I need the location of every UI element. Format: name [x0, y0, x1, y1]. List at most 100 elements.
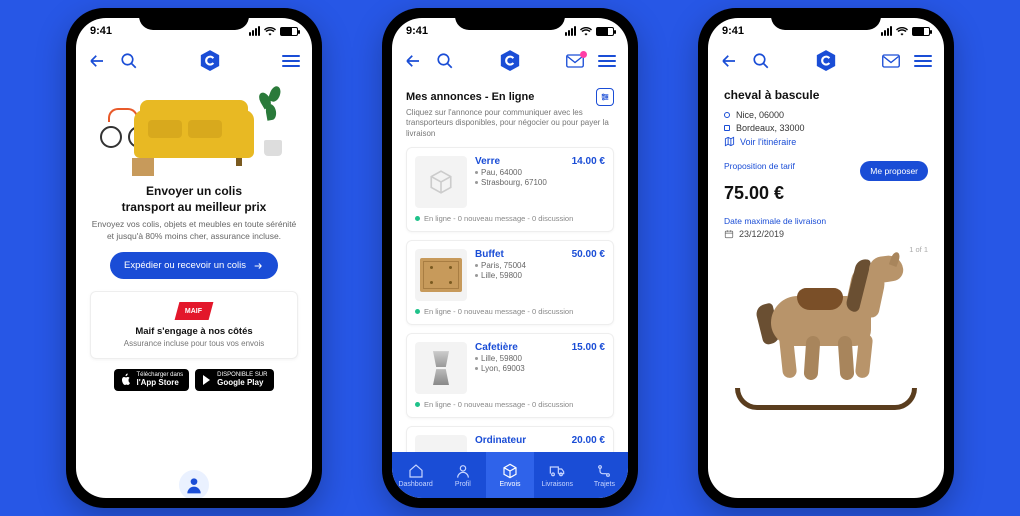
notch	[139, 8, 249, 30]
sub-headline: Envoyez vos colis, objets et meubles en …	[90, 219, 298, 242]
truck-icon	[549, 463, 565, 479]
back-icon[interactable]	[720, 52, 738, 70]
listing-status: En ligne - 0 nouveau message - 0 discuss…	[415, 307, 605, 316]
battery-icon	[280, 27, 298, 36]
headline: Envoyer un colis transport au meilleur p…	[90, 184, 298, 215]
cta-label: Expédier ou recevoir un colis	[124, 260, 246, 271]
listing-thumb-buffet	[415, 249, 467, 301]
headline-line2: transport au meilleur prix	[122, 200, 267, 214]
notch	[771, 8, 881, 30]
phone-frame-3: 9:41 cheval à bascule Nice, 06000 Bordea…	[698, 8, 954, 508]
listings-content: Mes annonces - En ligne Cliquez sur l'an…	[392, 78, 628, 498]
couch-illustration	[134, 110, 254, 158]
section-title: Mes annonces - En ligne	[406, 91, 534, 103]
notification-badge	[580, 51, 587, 58]
listing-card[interactable]: Buffet50.00 € Paris, 75004 Lille, 59800 …	[406, 240, 614, 325]
online-dot-icon	[415, 402, 420, 407]
deadline-label: Date maximale de livraison	[724, 216, 928, 226]
listing-from: Lille, 59800	[475, 354, 605, 363]
plant-illustration	[256, 86, 290, 156]
search-icon[interactable]	[752, 52, 770, 70]
item-title: cheval à bascule	[724, 88, 928, 102]
search-icon[interactable]	[436, 52, 454, 70]
menu-icon[interactable]	[914, 55, 932, 67]
listing-card[interactable]: Cafetière 15.00 € Lille, 59800 Lyon, 6900…	[406, 333, 614, 418]
package-icon	[502, 463, 518, 479]
mail-icon[interactable]	[566, 54, 584, 68]
app-logo	[500, 50, 520, 72]
status-time: 9:41	[722, 25, 744, 37]
price-value: 75.00 €	[724, 183, 928, 204]
listing-thumb-placeholder	[415, 156, 467, 208]
person-icon	[184, 475, 204, 495]
detail-content: cheval à bascule Nice, 06000 Bordeaux, 3…	[708, 78, 944, 498]
maif-logo: MAIF	[175, 302, 214, 320]
person-icon	[455, 463, 471, 479]
primary-cta-button[interactable]: Expédier ou recevoir un colis	[110, 252, 278, 279]
item-photo-rocking-horse[interactable]	[731, 256, 921, 416]
propose-button[interactable]: Me proposer	[860, 161, 928, 181]
listing-card[interactable]: Verre 14.00 € Pau, 64000 Strasbourg, 6710…	[406, 147, 614, 232]
filter-icon[interactable]	[596, 88, 614, 106]
calendar-icon	[724, 229, 734, 239]
mail-icon[interactable]	[882, 54, 900, 68]
search-icon[interactable]	[120, 52, 138, 70]
destination-dot-icon	[724, 125, 730, 131]
listing-price: 50.00 €	[572, 249, 605, 260]
maif-card: MAIF Maif s'engage à nos côtés Assurance…	[90, 291, 298, 359]
screen-listings: 9:41 Mes annonces - En ligne Cliquez sur…	[392, 18, 628, 498]
app-logo	[816, 50, 836, 72]
back-icon[interactable]	[404, 52, 422, 70]
tab-dashboard[interactable]: Dashboard	[392, 452, 439, 498]
menu-icon[interactable]	[282, 55, 300, 67]
screen-home: 9:41	[76, 18, 312, 498]
listing-price: 14.00 €	[572, 156, 605, 167]
phone-frame-2: 9:41 Mes annonces - En ligne Cliquez sur…	[382, 8, 638, 508]
package-icon	[428, 169, 454, 195]
status-time: 9:41	[90, 25, 112, 37]
tab-livraisons[interactable]: Livraisons	[534, 452, 581, 498]
arrow-right-icon	[252, 261, 264, 271]
notch	[455, 8, 565, 30]
box-illustration	[132, 158, 154, 176]
top-bar	[392, 44, 628, 78]
play-icon	[201, 374, 213, 386]
phone-frame-1: 9:41	[66, 8, 322, 508]
listing-from: Pau, 64000	[475, 168, 605, 177]
battery-icon	[912, 27, 930, 36]
tab-envois[interactable]: Envois	[486, 452, 533, 498]
tab-trajets[interactable]: Trajets	[581, 452, 628, 498]
maif-title: Maif s'engage à nos côtés	[101, 326, 287, 337]
wifi-icon	[264, 26, 276, 36]
maif-sub: Assurance incluse pour tous vos envois	[101, 339, 287, 348]
status-time: 9:41	[406, 25, 428, 37]
wifi-icon	[580, 26, 592, 36]
listing-status: En ligne - 0 nouveau message - 0 discuss…	[415, 214, 605, 223]
appstore-badge[interactable]: Télécharger dansl'App Store	[114, 369, 189, 390]
listing-status: En ligne - 0 nouveau message - 0 discuss…	[415, 400, 605, 409]
listing-title: Buffet	[475, 249, 504, 260]
listing-thumb-cafetiere	[415, 342, 467, 394]
store-badges: Télécharger dansl'App Store DISPONIBLE S…	[90, 369, 298, 390]
listing-from: Paris, 75004	[475, 261, 605, 270]
menu-icon[interactable]	[598, 55, 616, 67]
proposition-label: Proposition de tarif	[724, 161, 795, 171]
googleplay-badge[interactable]: DISPONIBLE SURGoogle Play	[195, 369, 273, 390]
apple-icon	[120, 373, 132, 387]
tab-profil[interactable]: Profil	[439, 452, 486, 498]
back-icon[interactable]	[88, 52, 106, 70]
top-bar	[76, 44, 312, 78]
top-bar	[708, 44, 944, 78]
listing-price: 15.00 €	[572, 342, 605, 353]
view-itinerary-link[interactable]: Voir l'itinéraire	[724, 136, 928, 147]
signal-icon	[881, 26, 892, 36]
listing-title: Verre	[475, 156, 500, 167]
home-icon	[408, 463, 424, 479]
listing-to: Strasbourg, 67100	[475, 178, 605, 187]
tab-bar: Dashboard Profil Envois Livraisons Traje…	[392, 452, 628, 498]
support-avatar[interactable]	[177, 468, 211, 498]
listing-title: Cafetière	[475, 342, 518, 353]
headline-line1: Envoyer un colis	[146, 184, 242, 198]
listing-to: Lyon, 69003	[475, 364, 605, 373]
listing-title: Ordinateur	[475, 435, 526, 446]
